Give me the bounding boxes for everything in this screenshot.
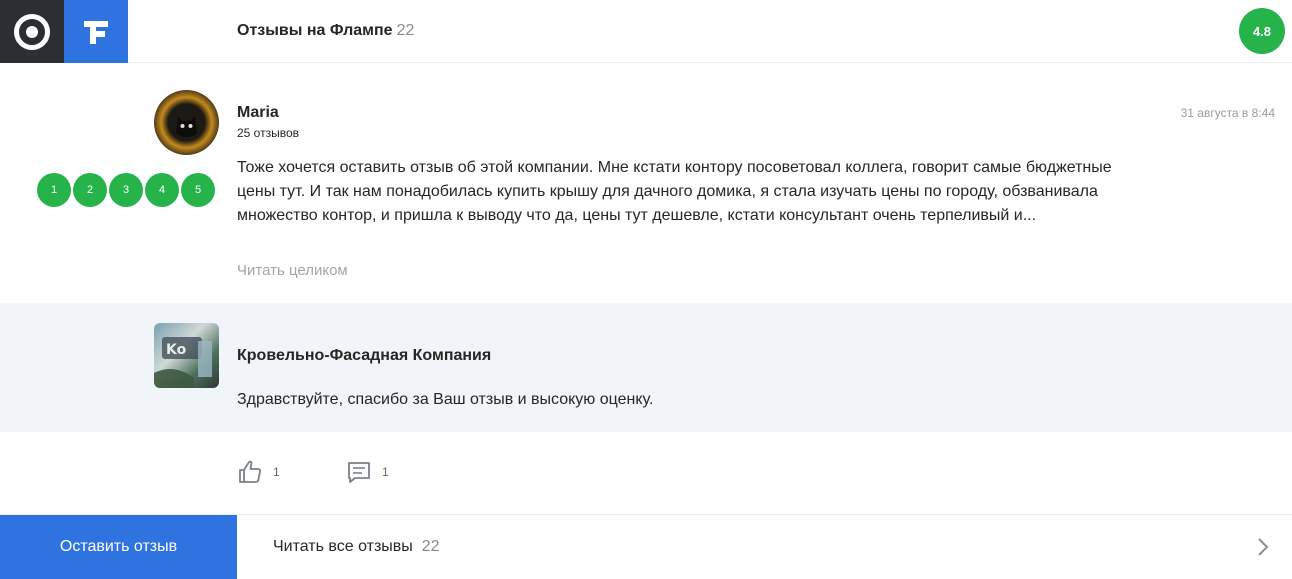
read-more-link[interactable]: Читать целиком: [237, 262, 348, 279]
like-button[interactable]: 1: [237, 459, 280, 485]
company-avatar[interactable]: Ko: [154, 323, 219, 388]
company-reply: Ko Кровельно-Фасадная Компания Здравству…: [0, 303, 1292, 432]
rating-dot: 2: [73, 173, 107, 207]
comment-icon: [348, 462, 370, 483]
review-text: Тоже хочется оставить отзыв об этой комп…: [237, 159, 1112, 224]
author-review-count: 25 отзывов: [237, 126, 300, 140]
2gis-logo-icon[interactable]: [0, 0, 64, 63]
read-all-label: Читать все отзывы: [273, 538, 413, 555]
rating-dot: 4: [145, 173, 179, 207]
company-name[interactable]: Кровельно-Фасадная Компания: [237, 347, 491, 365]
thumbs-up-icon: [239, 460, 261, 483]
header: Отзывы на Флампе 22 4.8: [0, 0, 1292, 63]
leave-review-button[interactable]: Оставить отзыв: [0, 515, 237, 579]
read-all-count: 22: [421, 538, 440, 555]
svg-text:Ko: Ko: [166, 342, 187, 358]
footer: Оставить отзыв Читать все отзывы 22: [0, 514, 1292, 579]
reply-text: Здравствуйте, спасибо за Ваш отзыв и выс…: [237, 391, 654, 408]
page-title-text: Отзывы на Флампе: [237, 22, 393, 39]
flamp-logo-icon[interactable]: [64, 0, 128, 63]
review-rating: 1 2 3 4 5: [37, 173, 215, 207]
review-count: 22: [396, 22, 415, 39]
read-all-reviews-link[interactable]: Читать все отзывы 22: [273, 515, 440, 579]
rating-dot: 1: [37, 173, 71, 207]
comment-button[interactable]: 1: [346, 459, 389, 485]
rating-dot: 3: [109, 173, 143, 207]
rating-badge: 4.8: [1239, 8, 1285, 54]
page-title: Отзывы на Флампе 22: [237, 22, 414, 40]
like-count: 1: [273, 465, 280, 479]
review-author[interactable]: Maria: [237, 104, 279, 122]
rating-dot: 5: [181, 173, 215, 207]
review-date: 31 августа в 8:44: [1180, 106, 1275, 120]
user-avatar[interactable]: [154, 90, 219, 155]
comment-count: 1: [382, 465, 389, 479]
chevron-right-icon[interactable]: [1252, 535, 1274, 559]
